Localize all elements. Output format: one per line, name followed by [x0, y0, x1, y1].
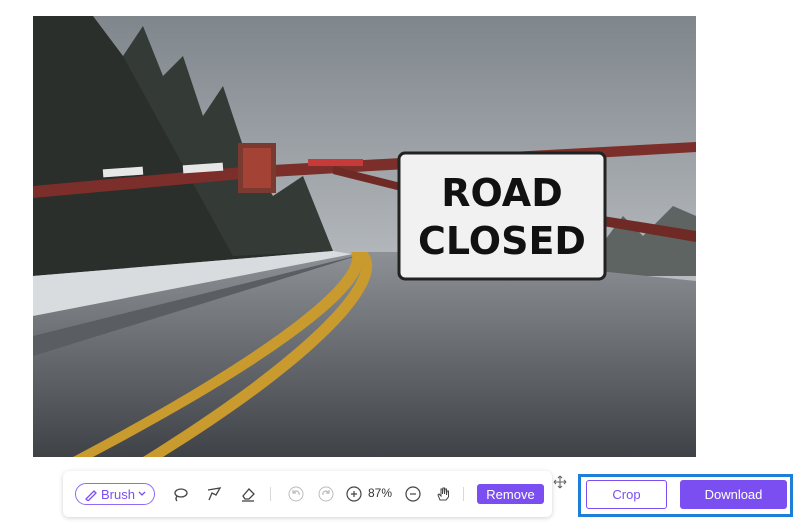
sign-text-road: ROAD: [441, 171, 563, 215]
polygon-lasso-icon: [207, 487, 222, 501]
hand-icon: [437, 487, 449, 501]
editing-toolbar: Brush 87% Remove: [63, 471, 552, 517]
eraser-tool-button[interactable]: [237, 471, 259, 517]
lasso-tool-button[interactable]: [169, 471, 191, 517]
eraser-icon: [242, 488, 255, 502]
brush-label: Brush: [101, 486, 135, 502]
lasso-icon: [174, 488, 188, 502]
zoom-out-button[interactable]: [402, 471, 424, 517]
chevron-down-icon: [138, 491, 146, 496]
zoom-out-icon: [405, 486, 421, 502]
sign-text-closed: CLOSED: [418, 219, 586, 263]
redo-button[interactable]: [315, 471, 337, 517]
brush-icon: [85, 490, 97, 501]
brush-dropdown-button[interactable]: Brush: [75, 483, 155, 505]
zoom-in-button[interactable]: [343, 471, 365, 517]
pan-tool-button[interactable]: [432, 471, 454, 517]
toolbar-divider: [463, 487, 464, 501]
crop-button[interactable]: Crop: [586, 480, 667, 509]
undo-button[interactable]: [285, 471, 307, 517]
zoom-level-readout: 87%: [368, 486, 393, 500]
remove-button[interactable]: Remove: [477, 484, 544, 504]
download-button[interactable]: Download: [680, 480, 787, 509]
move-icon[interactable]: [553, 475, 567, 489]
polygon-lasso-tool-button[interactable]: [203, 471, 225, 517]
image-canvas[interactable]: ROAD CLOSED: [33, 16, 696, 457]
zoom-in-icon: [346, 486, 362, 502]
road-closed-photo: ROAD CLOSED: [33, 16, 696, 457]
toolbar-divider: [270, 487, 271, 501]
redo-icon: [318, 486, 334, 502]
undo-icon: [288, 486, 304, 502]
